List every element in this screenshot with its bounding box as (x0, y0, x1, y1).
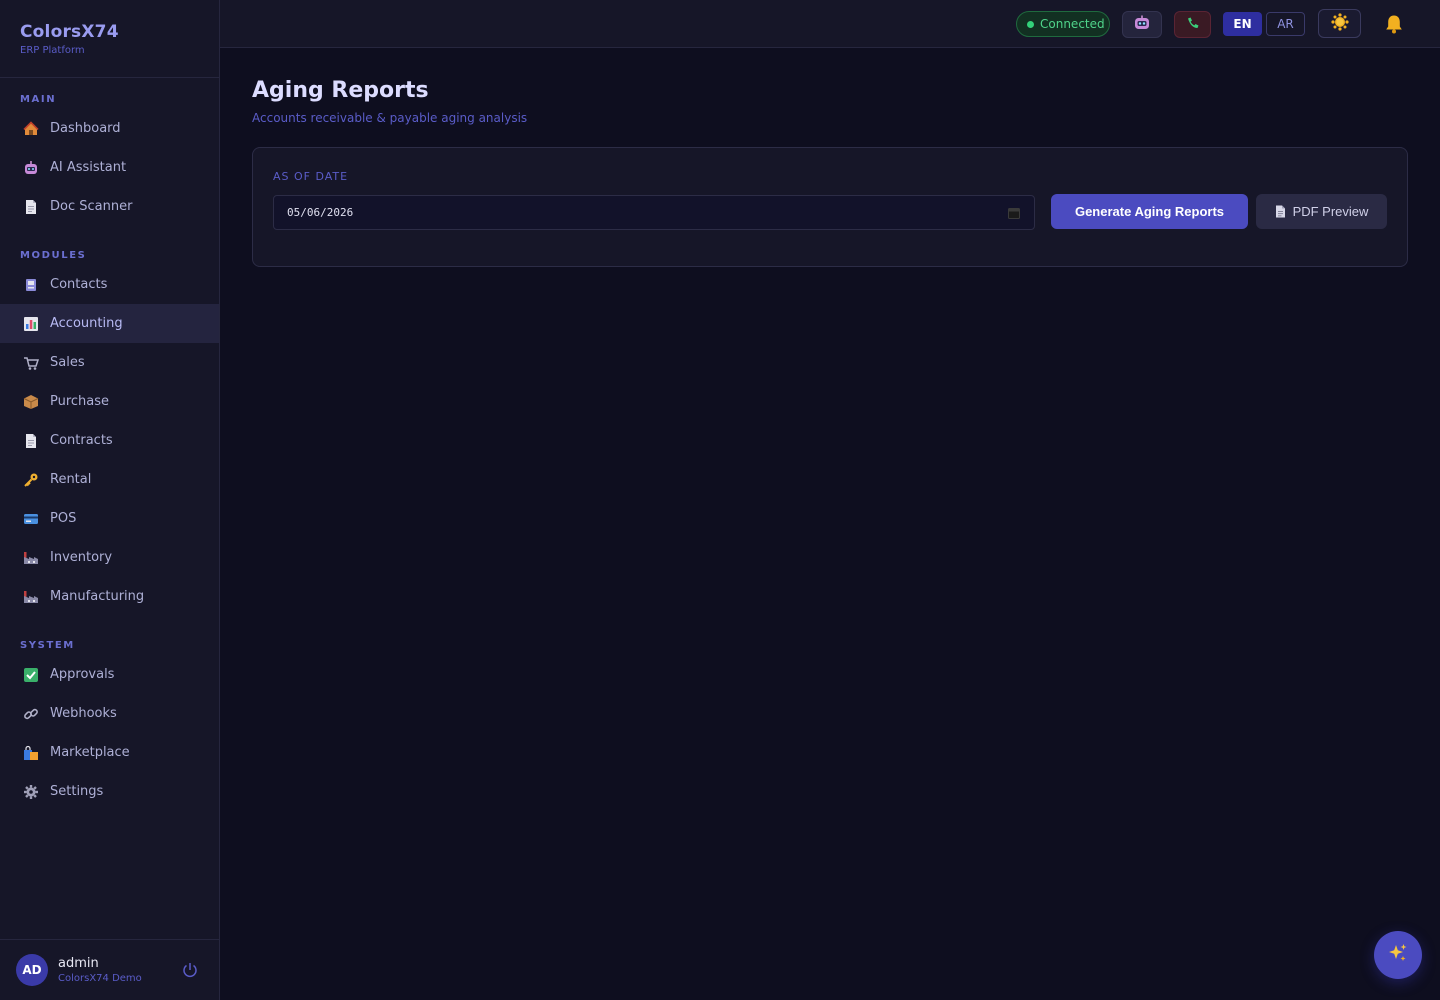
package-icon (22, 394, 40, 410)
user-org: ColorsX74 Demo (58, 973, 142, 984)
page-title: Aging Reports (252, 78, 429, 103)
power-icon[interactable] (181, 961, 199, 979)
sun-icon (1330, 12, 1349, 35)
sidebar-item-rental[interactable]: Rental (0, 460, 219, 499)
brand[interactable]: ColorsX74 ERP Platform (0, 0, 219, 78)
factory-icon (22, 589, 40, 605)
date-value: 05/06/2026 (287, 206, 354, 219)
sidebar-item-label: Dashboard (50, 121, 121, 136)
status-dot-icon (1027, 20, 1034, 28)
filter-card: AS OF DATE 05/06/2026 Generate Aging Rep… (252, 147, 1408, 267)
bar-chart-icon (22, 316, 40, 332)
as-of-date-label: AS OF DATE (273, 170, 349, 183)
sidebar-item-label: Manufacturing (50, 589, 145, 604)
sidebar-item-label: Approvals (50, 667, 115, 682)
sidebar-item-label: Accounting (50, 316, 123, 331)
cash-register-icon (22, 355, 40, 371)
sparkles-icon (1387, 942, 1409, 968)
gear-icon (22, 784, 40, 800)
sidebar-item-settings[interactable]: Settings (0, 772, 219, 811)
section-label-system: SYSTEM (20, 640, 75, 651)
sidebar-item-approvals[interactable]: Approvals (0, 655, 219, 694)
sidebar-item-label: Marketplace (50, 745, 130, 760)
bell-icon[interactable] (1383, 13, 1405, 35)
language-en-button[interactable]: EN (1223, 12, 1262, 36)
factory-icon (22, 550, 40, 566)
contacts-icon (22, 277, 40, 293)
shopping-bags-icon (22, 745, 40, 761)
sidebar-item-contacts[interactable]: Contacts (0, 265, 219, 304)
sidebar-item-manufacturing[interactable]: Manufacturing (0, 577, 219, 616)
as-of-date-input[interactable]: 05/06/2026 (273, 195, 1035, 230)
main-content: Aging Reports Accounts receivable & paya… (252, 48, 1408, 267)
sidebar-item-label: Webhooks (50, 706, 117, 721)
sidebar-item-accounting[interactable]: Accounting (0, 304, 219, 343)
document-icon (22, 199, 40, 215)
pdf-preview-button[interactable]: PDF Preview (1256, 194, 1387, 229)
brand-title: ColorsX74 (20, 22, 119, 42)
sidebar-item-marketplace[interactable]: Marketplace (0, 733, 219, 772)
top-bar: Connected EN AR (220, 0, 1440, 48)
pdf-preview-label: PDF Preview (1292, 204, 1369, 219)
credit-card-icon (22, 511, 40, 527)
language-ar-button[interactable]: AR (1266, 12, 1305, 36)
sidebar-item-label: Contracts (50, 433, 113, 448)
avatar: AD (16, 954, 48, 986)
section-label-modules: MODULES (20, 250, 87, 261)
sidebar-item-webhooks[interactable]: Webhooks (0, 694, 219, 733)
phone-button[interactable] (1174, 11, 1211, 38)
sidebar-item-ai-assistant[interactable]: AI Assistant (0, 148, 219, 187)
user-name: admin (58, 956, 99, 971)
sidebar-item-label: Settings (50, 784, 104, 799)
ai-sparkle-fab-button[interactable] (1374, 931, 1422, 979)
generate-aging-reports-button[interactable]: Generate Aging Reports (1051, 194, 1248, 229)
robot-icon (1133, 15, 1151, 35)
page-subtitle: Accounts receivable & payable aging anal… (252, 111, 528, 125)
connection-status-badge: Connected (1016, 11, 1110, 37)
phone-icon (1186, 15, 1200, 34)
sidebar-item-label: Rental (50, 472, 92, 487)
calendar-icon[interactable] (1008, 207, 1020, 219)
connection-status-text: Connected (1040, 17, 1105, 31)
robot-icon (22, 160, 40, 176)
user-profile[interactable]: AD admin ColorsX74 Demo (0, 939, 219, 1000)
sidebar-item-dashboard[interactable]: Dashboard (0, 109, 219, 148)
sidebar-item-inventory[interactable]: Inventory (0, 538, 219, 577)
sidebar-item-sales[interactable]: Sales (0, 343, 219, 382)
theme-toggle-button[interactable] (1318, 9, 1361, 38)
sidebar-item-label: Inventory (50, 550, 113, 565)
sidebar-item-label: POS (50, 511, 77, 526)
sidebar: ColorsX74 ERP Platform MAIN Dashboard AI… (0, 0, 220, 1000)
check-icon (22, 667, 40, 683)
sidebar-item-label: Purchase (50, 394, 110, 409)
sidebar-item-pos[interactable]: POS (0, 499, 219, 538)
sidebar-item-label: Sales (50, 355, 85, 370)
sidebar-item-doc-scanner[interactable]: Doc Scanner (0, 187, 219, 226)
link-icon (22, 706, 40, 722)
sidebar-item-label: AI Assistant (50, 160, 127, 175)
document-icon (22, 433, 40, 449)
sidebar-item-label: Doc Scanner (50, 199, 133, 214)
key-icon (22, 472, 40, 488)
document-icon (1275, 205, 1286, 218)
sidebar-item-purchase[interactable]: Purchase (0, 382, 219, 421)
section-label-main: MAIN (20, 94, 57, 105)
ai-assistant-button[interactable] (1122, 11, 1162, 38)
brand-subtitle: ERP Platform (20, 45, 85, 56)
house-icon (22, 120, 40, 137)
sidebar-item-contracts[interactable]: Contracts (0, 421, 219, 460)
sidebar-item-label: Contacts (50, 277, 108, 292)
